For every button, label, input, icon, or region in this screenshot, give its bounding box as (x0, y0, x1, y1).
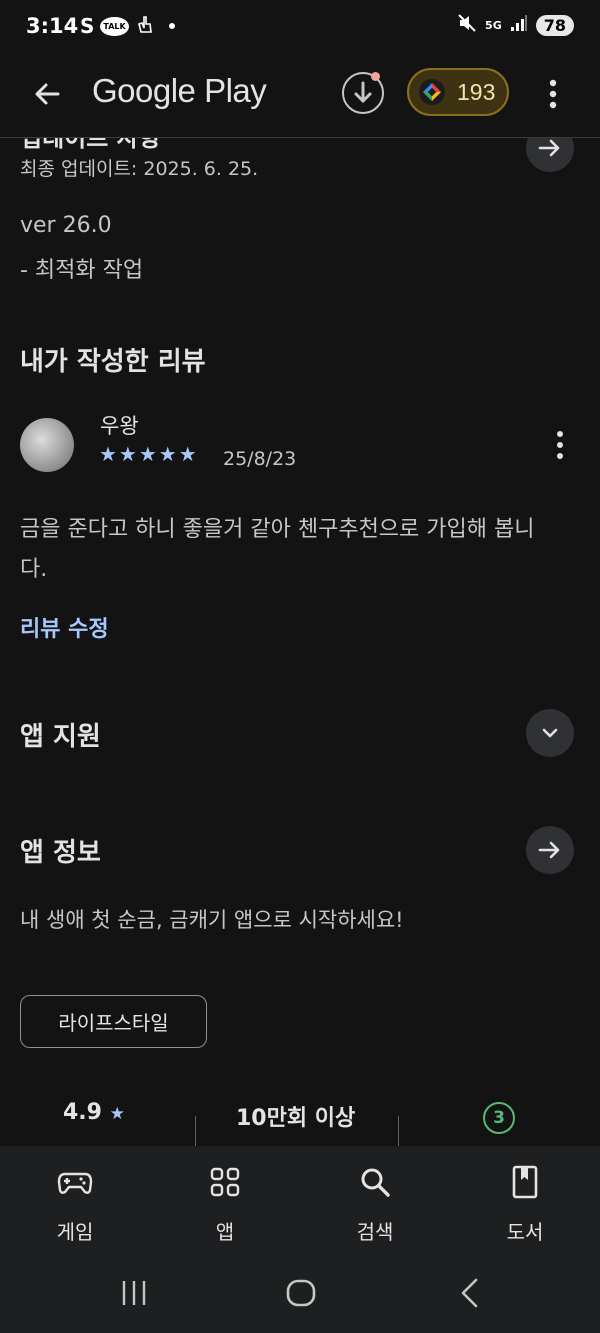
nav-label: 검색 (356, 1220, 394, 1244)
whats-new-arrow-button[interactable] (526, 138, 574, 172)
app-support-title: 앱 지원 (20, 722, 101, 752)
divider (195, 1116, 196, 1146)
review-date: 25/8/23 (223, 448, 297, 470)
arrow-forward-icon (538, 841, 560, 859)
stat-rating: 4.9 ★ (63, 1100, 125, 1125)
dot-icon (168, 23, 175, 29)
bottom-navigation: 게임 앱 검색 도서 (0, 1146, 600, 1252)
reviewer-name: 우왕 (100, 414, 139, 438)
about-app-title: 앱 정보 (20, 838, 101, 868)
status-system-icons: 5G 78 (457, 13, 574, 37)
overflow-menu-button[interactable] (538, 76, 568, 112)
star-icon: ★ (109, 1104, 125, 1124)
gesture-icon (135, 14, 155, 38)
play-points-value: 193 (457, 78, 496, 105)
status-bar: 3:14 S TALK 5G 78 (0, 0, 600, 56)
status-time: 3:14 (26, 14, 79, 38)
battery-icon: 78 (535, 14, 574, 36)
nav-search[interactable]: 검색 (300, 1146, 450, 1252)
about-description: 내 생애 첫 순금, 금캐기 앱으로 시작하세요! (20, 908, 404, 932)
system-navigation-bar (0, 1252, 600, 1333)
nav-apps[interactable]: 앱 (150, 1146, 300, 1252)
nav-games[interactable]: 게임 (0, 1146, 150, 1252)
back-button[interactable] (28, 74, 68, 114)
review-text: 금을 준다고 하니 좋을거 같아 첸구추천으로 가입해 봅니다. (20, 517, 535, 582)
review-overflow-button[interactable] (548, 428, 572, 462)
chevron-down-icon (542, 728, 558, 738)
last-updated: 최종 업데이트: 2025. 6. 25. (20, 158, 259, 180)
samsung-pay-icon: S (80, 14, 95, 38)
rating-value: 4.9 (63, 1100, 102, 1125)
category-chip[interactable]: 라이프스타일 (20, 995, 207, 1048)
app-support-expand-button[interactable] (526, 709, 574, 757)
back-chevron-icon (461, 1278, 478, 1308)
recents-icon (122, 1281, 146, 1305)
apps-grid-icon (210, 1167, 240, 1197)
home-button[interactable] (284, 1276, 318, 1310)
release-note-version: ver 26.0 (20, 213, 112, 238)
book-icon (512, 1165, 538, 1199)
release-note-item: - 최적화 작업 (20, 258, 144, 283)
details-scroll-area[interactable]: 업데이트 사항 최종 업데이트: 2025. 6. 25. ver 26.0 -… (0, 138, 600, 1146)
recent-apps-button[interactable] (117, 1276, 151, 1310)
edit-review-link[interactable]: 리뷰 수정 (20, 611, 109, 643)
status-notification-icons: S TALK (80, 14, 175, 38)
gamepad-icon (57, 1172, 93, 1194)
divider (398, 1116, 399, 1146)
avatar (20, 418, 74, 472)
signal-icon (510, 14, 528, 36)
back-nav-button[interactable] (452, 1276, 486, 1310)
about-app-arrow-button[interactable] (526, 826, 574, 874)
search-icon (361, 1168, 390, 1197)
network-type-icon: 5G (485, 18, 502, 32)
stat-downloads: 10만회 이상 (236, 1106, 356, 1131)
home-icon (286, 1279, 316, 1307)
kakaotalk-icon: TALK (100, 16, 129, 36)
my-review-title: 내가 작성한 리뷰 (20, 347, 206, 377)
more-vert-icon (549, 79, 557, 109)
nav-label: 게임 (56, 1220, 94, 1244)
nav-label: 앱 (215, 1220, 235, 1244)
star-rating: ★★★★★ (99, 442, 199, 466)
play-points-icon (419, 79, 445, 105)
arrow-forward-icon (538, 139, 560, 157)
notification-dot (371, 72, 380, 81)
nav-label: 도서 (506, 1220, 544, 1244)
back-arrow-icon (35, 83, 60, 105)
top-app-bar: Google Play 193 (0, 56, 600, 138)
play-points-button[interactable]: 193 (407, 68, 509, 116)
google-play-logo-text: Google Play (92, 72, 267, 109)
more-vert-icon (557, 431, 563, 459)
nav-books[interactable]: 도서 (450, 1146, 600, 1252)
content-rating-badge: 3 (483, 1102, 515, 1134)
mute-icon (457, 13, 477, 37)
